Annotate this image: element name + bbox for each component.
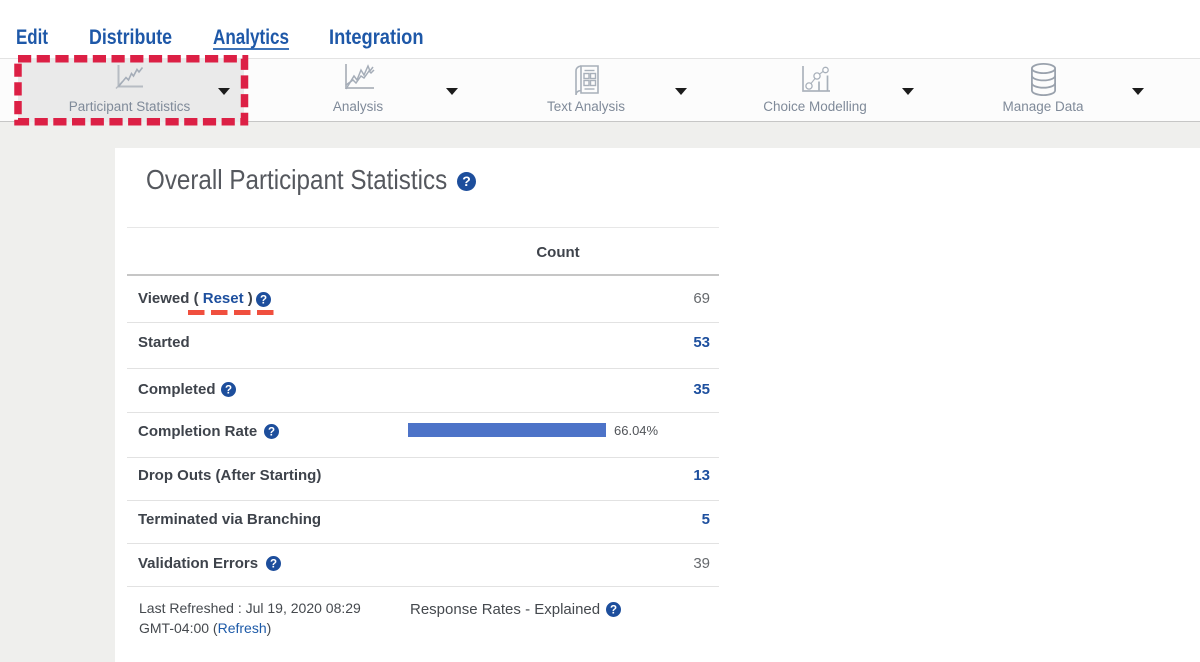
svg-text:?: ? — [224, 384, 231, 396]
svg-text:?: ? — [462, 173, 471, 189]
svg-text:?: ? — [270, 558, 277, 570]
svg-text:?: ? — [610, 604, 617, 616]
svg-text:?: ? — [260, 294, 267, 306]
svg-text:?: ? — [268, 426, 275, 438]
